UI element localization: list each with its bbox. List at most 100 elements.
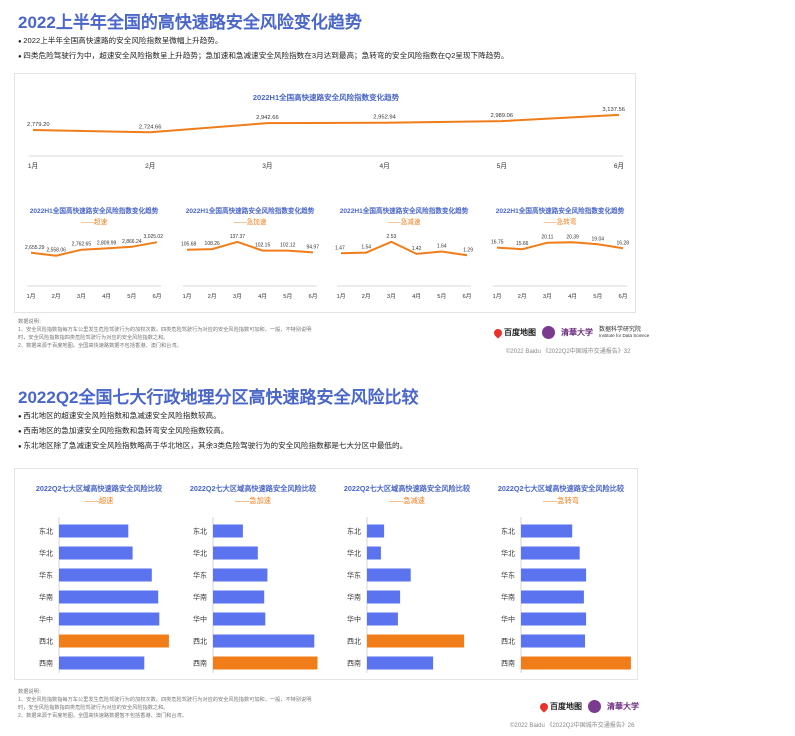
- chart-8-tick-0: 东北: [501, 527, 515, 536]
- chart-0-tick-0: 1月: [28, 162, 38, 170]
- chart-5-bar-0: [59, 524, 129, 538]
- chart-6-bar-6: [213, 656, 318, 670]
- chart-6-tick-6: 西南: [193, 659, 207, 668]
- chart-7-bar-4: [367, 612, 398, 626]
- trend-panel: 2022H1全国高快速路安全风险指数变化趋势 2,779.20 1月 2,724.66…: [14, 73, 636, 313]
- chart-3-data-label-4: 1.64: [437, 243, 447, 249]
- chart-2-tick-3: 4月: [258, 293, 267, 300]
- chart-4-tick-1: 2月: [518, 293, 527, 300]
- chart-1-data-label-0: 2,655.29: [25, 245, 45, 251]
- chart-6-tick-2: 华东: [193, 571, 207, 580]
- chart-0-tick-2: 3月: [262, 162, 272, 170]
- chart-4-tick-3: 4月: [568, 293, 577, 300]
- chart-2-tick-2: 3月: [233, 293, 242, 300]
- dsi-logo: 数据科学研究院 Institute for Data Science: [599, 326, 650, 338]
- chart-4-tick-2: 3月: [543, 293, 552, 300]
- region-note-3: 2、数据来源于百度地图。全国高快速路数据暂不包括香港、澳门和台湾。: [18, 713, 187, 719]
- chart-0-data-label-2: 2,942.66: [256, 115, 279, 121]
- chart-8-bar-4: [521, 612, 587, 626]
- chart-0-data-label-5: 3,137.56: [602, 107, 625, 113]
- chart-4-data-label-4: 19.04: [592, 236, 605, 242]
- region-bullet-3: 东北地区除了急减速安全风险指数略高于华北地区，其余3类危险驾驶行为的安全风险指数…: [18, 439, 407, 454]
- chart-7-bar-1: [367, 546, 381, 560]
- chart-3-data-label-0: 1.47: [335, 245, 345, 251]
- chart-6-title: 2022Q2七大区域高快速路安全风险比较: [190, 484, 317, 493]
- tsinghua-seal-icon-2: [588, 700, 601, 713]
- chart-1-tick-0: 1月: [26, 293, 35, 300]
- chart-1-tick-4: 5月: [127, 293, 136, 300]
- chart-3-tick-3: 4月: [412, 293, 421, 300]
- region-note-1: 1、安全风险指数指每万车公里发生危险驾驶行为的加权次数。四类危险驾驶行为对应的安…: [18, 697, 312, 703]
- chart-5-title: 2022Q2七大区域高快速路安全风险比较: [36, 484, 163, 493]
- trend-note-3: 2、数据来源于百度地图。全国高快速路数据不包括香港、澳门和台湾。: [18, 343, 182, 349]
- chart-1-title: 2022H1全国高快速路安全风险指数变化趋势: [30, 206, 159, 215]
- chart-7-bar-6: [367, 656, 434, 670]
- chart-7-bar-3: [367, 590, 401, 604]
- chart-8-bar-5: [521, 634, 585, 648]
- chart-5-tick-6: 西南: [39, 659, 53, 668]
- region-logos: 百度地图 清華大学: [538, 700, 639, 713]
- chart-7-bar-5: [367, 634, 465, 648]
- chart-0-tick-1: 2月: [145, 162, 155, 170]
- chart-6-subtitle: ——急加速: [235, 496, 271, 505]
- chart-3-subtitle: ——急减速: [388, 217, 421, 226]
- chart-5-tick-3: 华南: [39, 593, 53, 602]
- chart-5-tick-5: 西北: [39, 638, 53, 646]
- chart-7-tick-1: 华北: [347, 549, 361, 558]
- chart-0-tick-4: 5月: [497, 162, 507, 170]
- chart-2-title: 2022H1全国高快速路安全风险指数变化趋势: [186, 206, 315, 215]
- chart-1-data-label-3: 2,809.99: [97, 240, 117, 246]
- trend-notes: 数据说明： 1、安全风险指数指每万车公里发生危险驾驶行为的加权次数。四类危险驾驶…: [18, 318, 311, 350]
- trend-bullet-1: 2022上半年全国高快速路的安全风险指数呈微幅上升趋势。: [18, 34, 508, 49]
- chart-6-tick-5: 西北: [193, 638, 207, 646]
- chart-8-tick-5: 西北: [501, 638, 515, 646]
- chart-3-tick-4: 5月: [437, 293, 446, 300]
- chart-2-tick-4: 5月: [283, 293, 292, 300]
- chart-3-title: 2022H1全国高快速路安全风险指数变化趋势: [340, 206, 469, 215]
- chart-8-tick-6: 西南: [501, 659, 515, 668]
- chart-8-bar-6: [521, 656, 631, 670]
- chart-1-data-label-2: 2,762.65: [72, 242, 92, 248]
- chart-1-tick-5: 6月: [152, 293, 161, 300]
- trend-logos: 百度地图 清華大学 数据科学研究院 Institute for Data Scie…: [492, 326, 650, 339]
- chart-8-bar-3: [521, 590, 584, 604]
- chart-6-bar-2: [213, 568, 268, 582]
- chart-2-tick-1: 2月: [208, 293, 217, 300]
- chart-5-tick-4: 华中: [39, 615, 53, 624]
- chart-7-bar-0: [367, 524, 385, 538]
- chart-2-data-label-5: 94.97: [306, 244, 319, 250]
- chart-5-tick-2: 华东: [39, 571, 53, 580]
- chart-8-bar-1: [521, 546, 580, 560]
- chart-2-tick-0: 1月: [182, 293, 191, 300]
- baidu-map-logo: 百度地图: [492, 326, 536, 339]
- chart-3-tick-0: 1月: [336, 293, 345, 300]
- chart-1-data-label-4: 2,866.24: [122, 239, 142, 245]
- chart-3-tick-1: 2月: [362, 293, 371, 300]
- section-title-regions: 2022Q2全国七大行政地理分区高快速路安全风险比较: [18, 388, 419, 407]
- tsinghua-logo: 清華大学: [561, 327, 593, 337]
- trend-note-2: 时，安全风险指数指四类危险驾驶行为对应的安全风险指数之和。: [18, 335, 169, 341]
- chart-5-tick-0: 东北: [39, 527, 53, 536]
- chart-6-tick-4: 华中: [193, 615, 207, 624]
- chart-4-data-label-0: 16.75: [491, 240, 504, 246]
- trend-charts-svg: 2022H1全国高快速路安全风险指数变化趋势 2,779.20 1月 2,724.66…: [25, 92, 629, 300]
- tsinghua-seal-icon: [542, 326, 555, 339]
- chart-5-bar-4: [59, 612, 160, 626]
- chart-7-tick-4: 华中: [347, 615, 361, 624]
- chart-6-tick-1: 华北: [193, 549, 207, 558]
- chart-2-tick-5: 6月: [308, 293, 317, 300]
- trend-bullets: 2022上半年全国高快速路的安全风险指数呈微幅上升趋势。 四类危险驾驶行为中，超…: [18, 34, 508, 64]
- chart-5-tick-1: 华北: [39, 549, 53, 558]
- chart-3-data-label-3: 1.42: [412, 246, 422, 252]
- chart-0-tick-3: 4月: [379, 162, 389, 170]
- chart-4-tick-0: 1月: [492, 293, 501, 300]
- chart-7-tick-3: 华南: [347, 593, 361, 602]
- chart-6-bar-3: [213, 590, 265, 604]
- trend-note-1: 1、安全风险指数指每万车公里发生危险驾驶行为的加权次数。四类危险驾驶行为对应的安…: [18, 327, 312, 333]
- chart-3-data-label-1: 1.54: [361, 245, 371, 251]
- chart-0-data-label-4: 2,989.06: [491, 113, 514, 119]
- region-bullet-1: 西北地区的超速安全风险指数和急减速安全风险指数较高。: [18, 409, 407, 424]
- chart-1-data-label-5: 3,025.02: [144, 234, 164, 240]
- trend-footer: ©2022 Baidu 《2022Q2中国城市交通报告》32: [506, 349, 631, 355]
- chart-2-data-label-4: 102.12: [280, 243, 296, 249]
